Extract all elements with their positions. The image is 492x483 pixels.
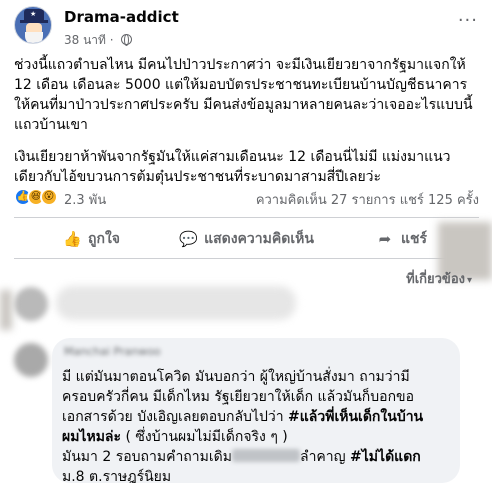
comment-line: มันมา 2 รอบถามคำถามเดิม ลำคาญ #ไม่ได้แดก xyxy=(62,447,454,467)
share-arrow-icon: ➦ xyxy=(378,230,392,248)
wow-icon[interactable]: 😮 xyxy=(40,188,58,206)
page-avatar[interactable]: ★ xyxy=(14,6,52,44)
post-actions: 👍 ถูกใจ 💬 แสดงความคิดเห็น ➦ แชร์ xyxy=(14,221,479,257)
comment-text-span: มันมา 2 รอบถามคำถามเดิม xyxy=(62,449,232,465)
post-header: ★ Drama-addict 38 นาที · ··· xyxy=(14,6,482,48)
thumbs-up-icon: 👍 xyxy=(63,230,82,248)
comment-line: เอกสารด้วย บังเอิญเลยตอบกลับไปว่า #แล้วพ… xyxy=(62,407,454,427)
hashtag[interactable]: ผมไหมล่ะ xyxy=(62,429,121,445)
author-name[interactable]: Drama-addict xyxy=(64,8,179,26)
share-label: แชร์ xyxy=(400,231,428,247)
comment-bubble: Manchai Pranwoo มี แต่มันมาตอนโควิด มันบ… xyxy=(52,338,460,483)
commenter-avatar[interactable] xyxy=(14,343,48,377)
comment-share-stats[interactable]: ความคิดเห็น 27 รายการ แชร์ 125 ครั้ง xyxy=(256,189,479,210)
globe-icon xyxy=(121,34,133,46)
like-label: ถูกใจ xyxy=(88,231,120,247)
post-paragraph-1: ช่วงนี้แถวตำบลไหน มีคนไปป่าวประกาศว่า จะ… xyxy=(14,57,473,133)
chevron-down-icon: ▾ xyxy=(466,275,472,286)
speech-bubble-icon: 💬 xyxy=(179,230,198,248)
comment-button[interactable]: 💬 แสดงความคิดเห็น xyxy=(169,221,324,257)
redacted-text xyxy=(231,449,300,462)
commenter-avatar[interactable] xyxy=(14,287,48,321)
blurred-overlay xyxy=(0,290,12,330)
hashtag[interactable]: #แล้วพี่เห็นเด็กในบ้าน xyxy=(288,409,423,425)
comment-label: แสดงความคิดเห็น xyxy=(204,231,314,247)
more-options-button[interactable]: ··· xyxy=(458,10,478,31)
comment-text: มี แต่มันมาตอนโควิด มันบอกว่า ผู้ใหญ่บ้า… xyxy=(62,367,454,483)
reactions-bar: 👍 😆 😮 2.3 พัน ความคิดเห็น 27 รายการ แชร์… xyxy=(14,187,479,209)
commenter-name[interactable]: Manchai Pranwoo xyxy=(64,345,161,358)
comment-sort-dropdown[interactable]: ที่เกี่ยวข้อง ▾ xyxy=(406,268,472,289)
hashtag[interactable]: #ไม่ได้แดก xyxy=(350,449,421,465)
post-timestamp[interactable]: 38 นาที · xyxy=(64,31,133,50)
post-text: ช่วงนี้แถวตำบลไหน มีคนไปป่าวประกาศว่า จะ… xyxy=(14,55,479,199)
divider xyxy=(14,258,479,259)
comment-text-span: ( ซึ่งบ้านผมไม่มีเด็กจริง ๆ ) xyxy=(121,429,288,445)
sort-label: ที่เกี่ยวข้อง xyxy=(406,272,465,287)
comment-line: ม.8 ต.ราษฎร์นิยม xyxy=(62,469,172,483)
timestamp-text[interactable]: 38 นาที · xyxy=(64,33,114,47)
comment-text-span: เอกสารด้วย บังเอิญเลยตอบกลับไปว่า xyxy=(62,409,289,425)
blurred-comment xyxy=(56,286,296,320)
comment-line: มี แต่มันมาตอนโควิด มันบอกว่า ผู้ใหญ่บ้า… xyxy=(62,369,410,385)
post-paragraph-2: เงินเยียวยาห้าพันจากรัฐมันให้แค่สามเดือน… xyxy=(14,149,451,185)
comment-line: ผมไหมล่ะ ( ซึ่งบ้านผมไม่มีเด็กจริง ๆ ) xyxy=(62,427,454,447)
facebook-post: ★ Drama-addict 38 นาที · ··· ช่วงนี้แถวต… xyxy=(0,0,492,483)
divider xyxy=(14,217,479,218)
reaction-count[interactable]: 2.3 พัน xyxy=(64,189,106,210)
like-button[interactable]: 👍 ถูกใจ xyxy=(14,221,169,257)
comment-line: ครอบครัวกี่คน มีเด็กไหม รัฐเยียวยาให้เด็… xyxy=(62,389,415,405)
comment-text-span: ลำคาญ xyxy=(299,449,351,465)
